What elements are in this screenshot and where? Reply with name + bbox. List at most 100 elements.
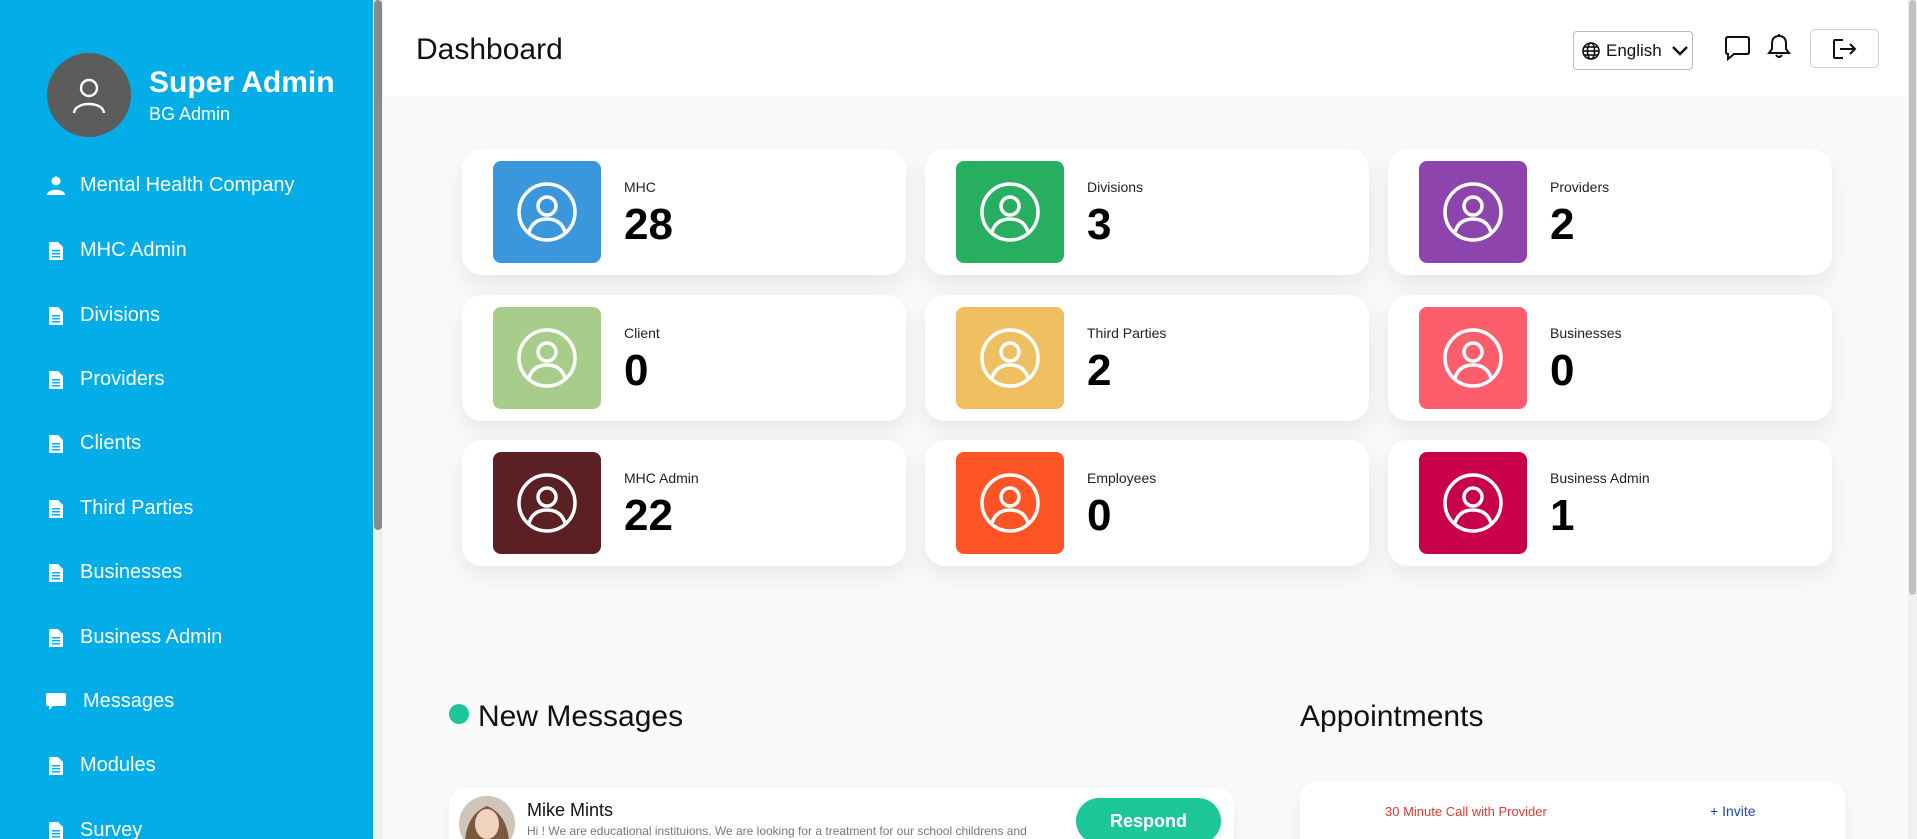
stat-card-icon-box — [1419, 307, 1527, 409]
document-icon — [46, 305, 66, 327]
profile-name: Super Admin — [149, 65, 335, 99]
stat-card-icon-box — [1419, 161, 1527, 263]
globe-icon — [1582, 41, 1600, 60]
sidebar-item-label: Third Parties — [80, 497, 194, 519]
stat-card-businesses[interactable]: Businesses 0 — [1388, 295, 1832, 421]
stat-label: Providers — [1550, 179, 1610, 195]
user-profile: Super Admin BG Admin — [47, 53, 335, 137]
page-title: Dashboard — [416, 33, 563, 66]
sidebar-item-label: MHC Admin — [80, 239, 187, 261]
stat-card-providers[interactable]: Providers 2 — [1388, 149, 1832, 275]
user-circle-icon — [980, 328, 1040, 388]
stat-label: Businesses — [1550, 325, 1622, 341]
respond-button[interactable]: Respond — [1076, 798, 1221, 839]
stat-card-business-admin[interactable]: Business Admin 1 — [1388, 440, 1832, 566]
user-circle-icon — [517, 328, 577, 388]
chat-icon — [46, 691, 66, 713]
user-circle-icon — [517, 182, 577, 242]
stat-card-icon-box — [493, 452, 601, 554]
stat-value: 2 — [1087, 346, 1112, 395]
document-icon — [46, 433, 66, 455]
stat-card-mhc-admin[interactable]: MHC Admin 22 — [462, 440, 906, 566]
stat-card-icon-box — [956, 452, 1064, 554]
stat-value: 0 — [1087, 491, 1112, 540]
avatar[interactable] — [47, 53, 131, 137]
status-dot — [449, 704, 469, 724]
new-messages-heading: New Messages — [449, 700, 683, 734]
language-select[interactable]: English — [1573, 31, 1693, 70]
bell-icon[interactable] — [1767, 33, 1791, 59]
stat-label: Employees — [1087, 470, 1157, 486]
user-circle-icon — [1443, 473, 1503, 533]
stat-card-third-parties[interactable]: Third Parties 2 — [925, 295, 1369, 421]
stat-label: Business Admin — [1550, 470, 1650, 486]
chevron-down-icon — [1671, 45, 1689, 57]
invite-link[interactable]: + Invite — [1710, 803, 1756, 819]
logout-button[interactable] — [1810, 29, 1879, 68]
stat-card-employees[interactable]: Employees 0 — [925, 440, 1369, 566]
sidebar-item-label: Divisions — [80, 304, 161, 326]
appointment-item[interactable]: 30 Minute Call with Provider + Invite — [1300, 782, 1845, 839]
stat-label: MHC — [624, 179, 656, 195]
sidebar-item-mental-health-company[interactable]: Mental Health Company — [46, 174, 295, 197]
sidebar-item-businesses[interactable]: Businesses — [46, 561, 182, 584]
stat-value: 28 — [624, 200, 673, 249]
sidebar-item-label: Survey — [80, 819, 143, 839]
sidebar-item-providers[interactable]: Providers — [46, 368, 164, 391]
appointments-title: Appointments — [1300, 700, 1484, 733]
user-circle-icon — [517, 473, 577, 533]
sidebar-item-label: Business Admin — [80, 626, 223, 648]
sidebar-item-business-admin[interactable]: Business Admin — [46, 626, 222, 649]
stat-card-icon-box — [493, 307, 601, 409]
document-icon — [46, 562, 66, 584]
sidebar-item-divisions[interactable]: Divisions — [46, 304, 160, 327]
stat-card-mhc[interactable]: MHC 28 — [462, 149, 906, 275]
sidebar-item-messages[interactable]: Messages — [46, 690, 174, 713]
logout-icon — [1832, 38, 1858, 60]
page-scrollbar-thumb[interactable] — [1909, 0, 1916, 595]
sidebar-item-survey[interactable]: Survey — [46, 819, 142, 839]
stat-card-icon-box — [1419, 452, 1527, 554]
stat-card-icon-box — [493, 161, 601, 263]
sidebar-item-label: Modules — [80, 754, 156, 776]
top-header: Dashboard English — [383, 0, 1908, 96]
sidebar-scrollbar-thumb[interactable] — [374, 0, 382, 530]
stat-label: Divisions — [1087, 179, 1144, 195]
sidebar-item-modules[interactable]: Modules — [46, 754, 156, 777]
message-preview: Hi ! We are educational instituions. We … — [527, 824, 1027, 838]
stat-card-divisions[interactable]: Divisions 3 — [925, 149, 1369, 275]
stat-value: 22 — [624, 491, 673, 540]
avatar — [459, 796, 515, 839]
sidebar-item-mhc-admin[interactable]: MHC Admin — [46, 239, 187, 262]
stat-card-icon-box — [956, 307, 1064, 409]
user-icon — [46, 175, 66, 197]
sidebar-item-label: Mental Health Company — [80, 174, 295, 196]
stat-value: 2 — [1550, 200, 1575, 249]
stat-value: 0 — [624, 346, 649, 395]
stat-card-icon-box — [956, 161, 1064, 263]
document-icon — [46, 627, 66, 649]
user-circle-icon — [1443, 328, 1503, 388]
stat-value: 0 — [1550, 346, 1575, 395]
user-circle-icon — [1443, 182, 1503, 242]
sidebar-item-third-parties[interactable]: Third Parties — [46, 497, 193, 520]
user-circle-icon — [980, 182, 1040, 242]
stat-card-client[interactable]: Client 0 — [462, 295, 906, 421]
sidebar: Super Admin BG Admin Mental Health Compa… — [0, 0, 373, 839]
message-item[interactable]: Mike Mints Hi ! We are educational insti… — [449, 788, 1234, 839]
new-messages-title: New Messages — [478, 700, 684, 733]
sidebar-item-clients[interactable]: Clients — [46, 432, 141, 455]
document-icon — [46, 755, 66, 777]
sidebar-item-label: Businesses — [80, 561, 183, 583]
sidebar-item-label: Messages — [83, 690, 175, 712]
message-sender: Mike Mints — [527, 800, 614, 820]
document-icon — [46, 820, 66, 839]
stat-label: Third Parties — [1087, 325, 1167, 341]
chat-icon[interactable] — [1724, 35, 1751, 61]
document-icon — [46, 369, 66, 391]
appointment-title: 30 Minute Call with Provider — [1385, 804, 1547, 819]
stat-value: 3 — [1087, 200, 1112, 249]
profile-role: BG Admin — [149, 103, 231, 124]
user-circle-icon — [980, 473, 1040, 533]
stat-label: MHC Admin — [624, 470, 699, 486]
